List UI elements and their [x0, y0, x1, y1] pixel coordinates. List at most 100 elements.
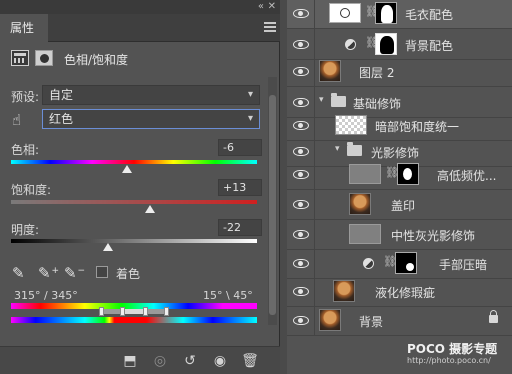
visibility-eye-icon[interactable] — [293, 145, 309, 157]
layer-row[interactable]: 背景 — [287, 305, 512, 336]
eyedropper-add-icon[interactable]: ✎ + — [38, 264, 59, 282]
layer-thumbnail — [349, 164, 381, 184]
layer-thumbnail — [349, 193, 371, 215]
watermark-url: http://photo.poco.cn/ — [407, 356, 491, 365]
layer-name[interactable]: 高低频优... — [437, 167, 496, 184]
layer-row[interactable]: 液化修瑕疵 — [287, 276, 512, 307]
visibility-eye-icon[interactable] — [293, 285, 309, 297]
layer-thumbnail — [333, 280, 355, 302]
panel-tab-row: 属性 — [0, 14, 280, 42]
channel-select[interactable]: 红色 ▾ — [42, 109, 260, 129]
chevron-down-icon[interactable]: ▾ — [319, 95, 324, 105]
range-knob-inner-left[interactable] — [120, 307, 125, 316]
saturation-label: 饱和度: — [11, 183, 52, 197]
layer-name[interactable]: 毛衣配色 — [405, 6, 453, 23]
view-previous-icon[interactable]: ◎ — [150, 351, 170, 371]
visibility-eye-icon[interactable] — [293, 257, 309, 269]
layer-thumbnail — [335, 115, 367, 135]
properties-scrollbar[interactable] — [268, 77, 277, 325]
color-range-bar[interactable] — [101, 309, 167, 314]
folder-icon — [347, 142, 362, 156]
tab-properties[interactable]: 属性 — [0, 14, 48, 42]
hue-slider-thumb[interactable] — [122, 165, 132, 173]
properties-panel: « ✕ 属性 色相/饱和度 预设: 自定 ▾ ☝ 红色 ▾ 色相: -6 饱和度… — [0, 0, 280, 374]
eyedropper-subtract-icon[interactable]: ✎ − — [64, 264, 85, 282]
mask-icon[interactable] — [35, 50, 53, 66]
hue-saturation-icon — [345, 39, 356, 50]
preset-select[interactable]: 自定 ▾ — [42, 85, 260, 105]
layer-name[interactable]: 盖印 — [391, 197, 415, 214]
visibility-eye-icon[interactable] — [293, 119, 309, 131]
layer-row[interactable]: 盖印 — [287, 189, 512, 220]
delete-icon[interactable]: 🗑 — [240, 351, 260, 371]
layer-row[interactable]: ⛓ 手部压暗 — [287, 248, 512, 279]
preset-value: 自定 — [49, 88, 74, 102]
range-left-text: 315° / 345° — [14, 289, 78, 302]
panel-title-bar: « ✕ — [0, 0, 280, 14]
lightness-input[interactable]: -22 — [218, 219, 262, 236]
colorize-label: 着色 — [116, 267, 141, 281]
chevron-down-icon: ▾ — [247, 89, 253, 100]
visibility-eye-icon[interactable] — [293, 168, 309, 180]
eyedropper-icon[interactable]: ✎ — [12, 264, 30, 282]
layer-thumbnail — [319, 309, 341, 331]
range-knob-outer-right[interactable] — [164, 307, 169, 316]
color-bar-output — [11, 317, 257, 323]
layer-mask-thumbnail — [395, 252, 417, 274]
folder-icon — [331, 93, 346, 107]
layer-name[interactable]: 中性灰光影修饰 — [391, 227, 475, 244]
adjustment-header: 色相/饱和度 — [0, 43, 280, 75]
layer-row[interactable]: 中性灰光影修饰 — [287, 219, 512, 250]
layer-name[interactable]: 手部压暗 — [439, 256, 487, 273]
saturation-input[interactable]: +13 — [218, 179, 262, 196]
watermark-brand: POCO 摄影专题 — [407, 342, 498, 356]
range-knob-outer-left[interactable] — [99, 307, 104, 316]
layer-name[interactable]: 背景配色 — [405, 37, 453, 54]
lightness-slider-track[interactable] — [11, 239, 257, 243]
visibility-eye-icon[interactable] — [293, 38, 309, 50]
curves-adjustment-icon — [363, 258, 374, 269]
hue-slider-track[interactable] — [11, 160, 257, 164]
layer-row[interactable]: ⛓ 高低频优... — [287, 159, 512, 190]
layer-mask-thumbnail — [397, 163, 419, 185]
collapse-icon[interactable]: « — [258, 0, 264, 13]
hue-input[interactable]: -6 — [218, 139, 262, 156]
channel-value: 红色 — [49, 112, 74, 126]
saturation-slider-track[interactable] — [11, 200, 257, 204]
layer-thumbnail — [349, 224, 381, 244]
layer-row[interactable]: 图层 2 — [287, 56, 512, 87]
chevron-down-icon[interactable]: ▾ — [335, 144, 340, 154]
range-knob-inner-right[interactable] — [143, 307, 148, 316]
layer-name[interactable]: 图层 2 — [359, 64, 394, 81]
visibility-eye-icon[interactable] — [293, 198, 309, 210]
clip-to-layer-icon[interactable]: ⬒ — [120, 351, 140, 371]
lightness-slider-thumb[interactable] — [103, 243, 113, 251]
properties-footer: ⬒ ◎ ↺ ◉ 🗑 — [0, 346, 280, 374]
adjustment-thumbnail — [329, 3, 361, 23]
visibility-eye-icon[interactable] — [293, 228, 309, 240]
layer-mask-thumbnail — [375, 2, 397, 24]
layer-row[interactable]: ⛓ 毛衣配色 — [287, 0, 512, 29]
visibility-eye-icon[interactable]: ◉ — [210, 351, 230, 371]
preset-label: 预设: — [11, 90, 40, 104]
adjustment-layer-icon — [11, 50, 29, 66]
close-icon[interactable]: ✕ — [268, 0, 276, 13]
panel-menu-icon[interactable] — [264, 22, 276, 32]
visibility-eye-icon[interactable] — [293, 65, 309, 77]
layer-thumbnail — [319, 60, 341, 82]
layer-name[interactable]: 暗部饱和度统一 — [375, 118, 459, 135]
layer-name[interactable]: 液化修瑕疵 — [375, 284, 435, 301]
lock-icon — [489, 310, 498, 323]
hue-label: 色相: — [11, 143, 40, 157]
layer-name[interactable]: 背景 — [359, 313, 383, 330]
colorize-checkbox[interactable] — [96, 266, 108, 278]
lightness-label: 明度: — [11, 223, 40, 237]
reset-icon[interactable]: ↺ — [180, 351, 200, 371]
visibility-eye-icon[interactable] — [293, 96, 309, 108]
visibility-eye-icon[interactable] — [293, 314, 309, 326]
targeted-adjustment-hand-icon[interactable]: ☝ — [12, 111, 30, 129]
visibility-eye-icon[interactable] — [293, 7, 309, 19]
saturation-slider-thumb[interactable] — [145, 205, 155, 213]
chevron-down-icon: ▾ — [247, 113, 253, 124]
adjustment-title: 色相/饱和度 — [64, 53, 129, 67]
